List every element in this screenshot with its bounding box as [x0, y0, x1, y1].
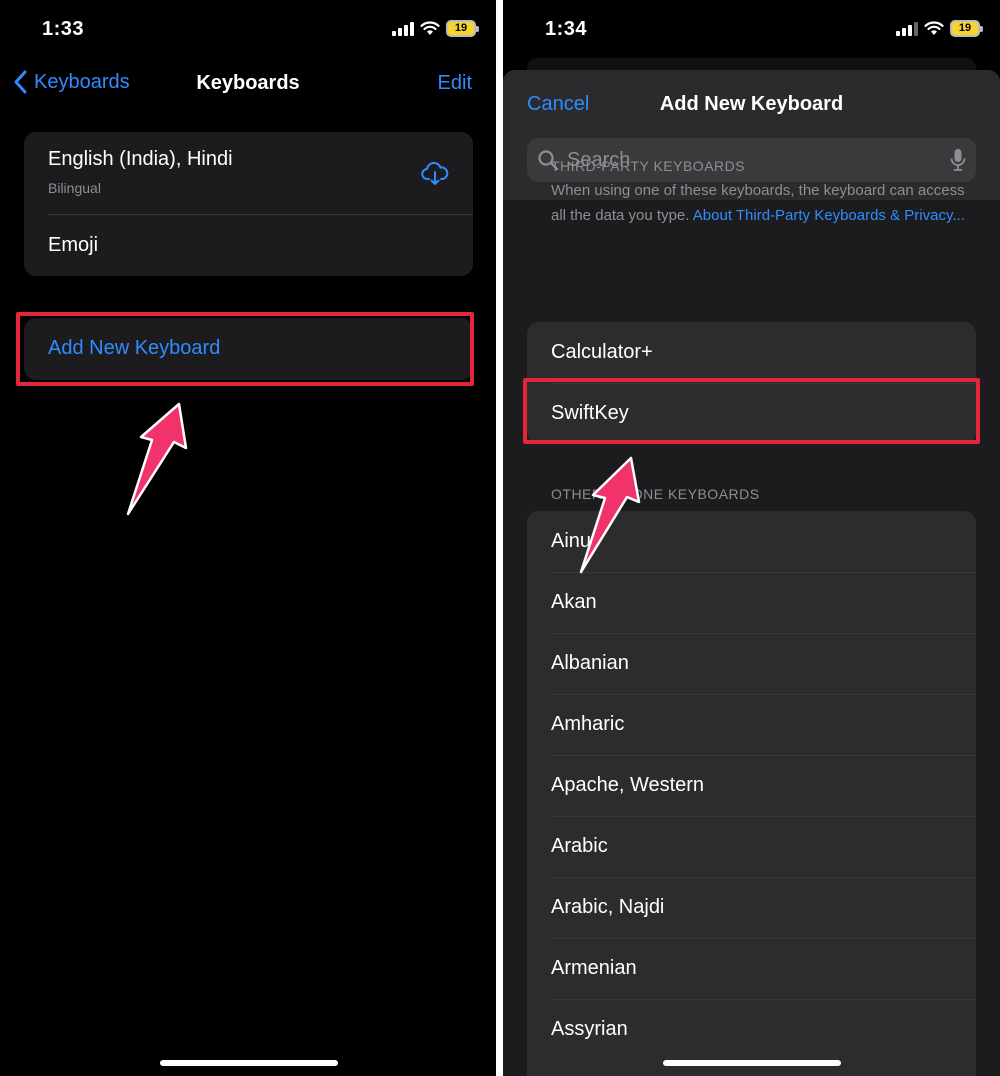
signal-icon: [392, 21, 414, 36]
third-party-description: When using one of these keyboards, the k…: [551, 178, 971, 228]
left-screen: 1:33 19 Keyboards Keyboards Edit English…: [0, 0, 496, 1076]
status-time: 1:33: [42, 18, 85, 40]
keyboard-row-emoji[interactable]: Emoji: [24, 215, 473, 276]
keyboard-item[interactable]: Armenian: [527, 938, 976, 999]
privacy-link[interactable]: About Third-Party Keyboards & Privacy...: [693, 207, 965, 224]
keyboard-item[interactable]: Arabic, Najdi: [527, 877, 976, 938]
keyboard-item-calculator-plus[interactable]: Calculator+: [527, 322, 976, 383]
highlight-box: [523, 378, 980, 444]
other-keyboards-list: Ainu Akan Albanian Amharic Apache, Weste…: [527, 511, 976, 1076]
keyboard-item[interactable]: Albanian: [527, 633, 976, 694]
status-icons: 19: [392, 20, 479, 37]
cloud-download-icon[interactable]: [421, 162, 449, 186]
home-indicator: [160, 1060, 338, 1066]
sheet-title: Add New Keyboard: [659, 93, 844, 115]
signal-icon: [896, 21, 918, 36]
pointer-arrow-icon: [579, 456, 641, 574]
keyboard-name: Emoji: [48, 234, 99, 256]
status-bar: 1:33 19: [0, 0, 496, 60]
keyboard-item[interactable]: Akan: [527, 572, 976, 633]
highlight-box: [16, 312, 474, 386]
keyboard-item[interactable]: Apache, Western: [527, 755, 976, 816]
page-title: Keyboards: [196, 72, 300, 94]
keyboard-subtitle: Bilingual: [48, 180, 101, 196]
home-indicator: [663, 1060, 841, 1066]
microphone-icon[interactable]: [950, 148, 966, 172]
keyboard-row-english-hindi[interactable]: English (India), Hindi Bilingual: [24, 132, 473, 214]
keyboard-name: English (India), Hindi: [48, 148, 233, 170]
right-screen: 1:34 19 Cancel Add New Keyboard Search T…: [503, 0, 1000, 1076]
battery-icon: 19: [446, 20, 479, 37]
third-party-header: THIRD-PARTY KEYBOARDS: [551, 158, 746, 174]
keyboard-item[interactable]: Arabic: [527, 816, 976, 877]
battery-icon: 19: [950, 20, 983, 37]
status-time: 1:34: [545, 18, 588, 40]
pointer-arrow-icon: [126, 402, 188, 516]
wifi-icon: [924, 21, 944, 35]
keyboard-list: English (India), Hindi Bilingual Emoji: [24, 132, 473, 276]
status-bar: 1:34 19: [503, 0, 1000, 60]
edit-button[interactable]: Edit: [438, 72, 472, 95]
keyboard-item[interactable]: Assyrian: [527, 999, 976, 1060]
status-icons: 19: [896, 20, 983, 37]
keyboard-item[interactable]: Amharic: [527, 694, 976, 755]
wifi-icon: [420, 21, 440, 35]
